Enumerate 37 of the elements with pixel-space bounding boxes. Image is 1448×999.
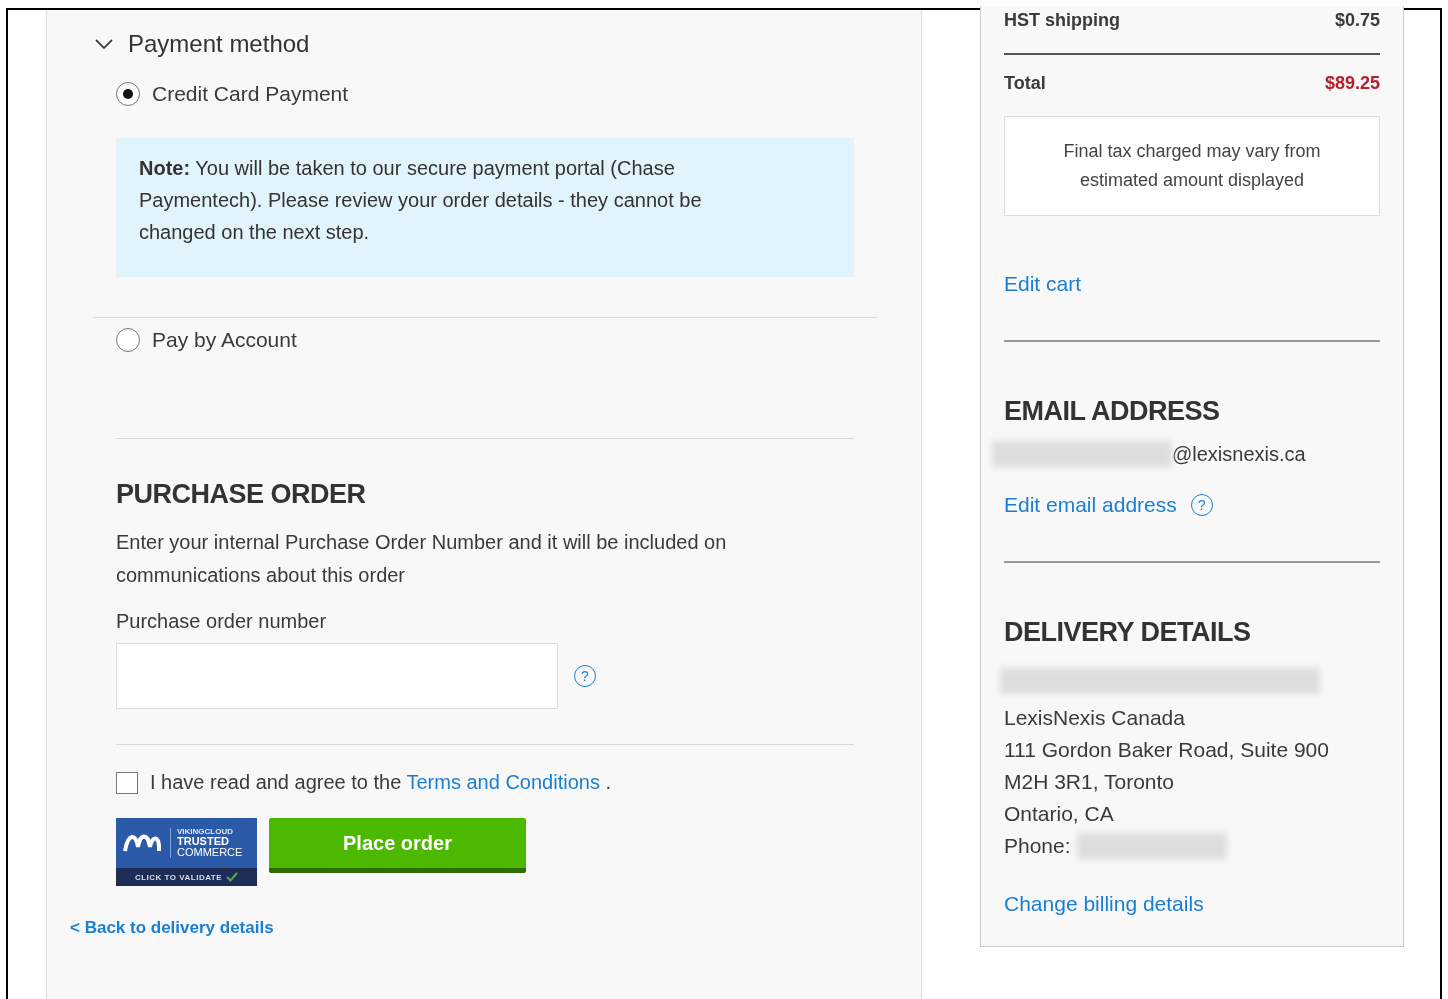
change-billing-link[interactable]: Change billing details [1004, 892, 1204, 916]
badge-text: CLICK TO VALIDATE [134, 872, 223, 882]
radio-button[interactable] [116, 328, 140, 352]
field-label: Purchase order number [116, 610, 328, 633]
place-order-button[interactable]: Place order [269, 818, 526, 873]
badge-text: TRUSTED [177, 836, 230, 847]
address-line: LexisNexis Canada [1004, 705, 1186, 731]
edit-email-link[interactable]: Edit email address [1004, 493, 1177, 517]
section-heading: PURCHASE ORDER [116, 479, 367, 510]
input-field[interactable] [116, 643, 558, 709]
radio-label[interactable]: Pay by Account [152, 328, 297, 352]
address-line: 111 Gordon Baker Road, Suite 900 [1004, 737, 1330, 763]
tax-note-text: Final tax charged may vary from estimated amount displayed [1062, 140, 1322, 192]
address-line: M2H 3R1, Toronto [1004, 769, 1176, 795]
summary-value: $89.25 [1324, 73, 1380, 94]
radio-label[interactable]: Credit Card Payment [152, 82, 349, 106]
section-heading: DELIVERY DETAILS [1004, 617, 1252, 648]
note-text: Note: You will be taken to our secure payment portal (Chase Paymentech). Please review your order details - they cannot be changed on the next step. [139, 156, 703, 245]
check-icon [226, 872, 239, 882]
terms-link[interactable]: Terms and Conditions [406, 771, 600, 793]
phone-label: Phone: [1004, 833, 1071, 859]
section-heading[interactable]: Payment method [128, 30, 310, 58]
summary-label: Total [1004, 73, 1046, 94]
checkbox[interactable] [116, 771, 138, 794]
trust-badge[interactable]: VIKINGCLOUD TRUSTED COMMERCE CLICK TO VALIDATE [116, 818, 257, 886]
address-line: Ontario, CA [1004, 801, 1115, 827]
summary-value: $0.75 [1334, 10, 1380, 31]
terms-text: I have read and agree to the Terms and Conditions . [150, 771, 612, 794]
summary-label: HST shipping [1004, 10, 1120, 31]
radio-button[interactable] [116, 82, 140, 106]
section-heading: EMAIL ADDRESS [1004, 396, 1221, 427]
back-link[interactable]: < Back to delivery details [70, 918, 274, 938]
badge-text: VIKINGCLOUD [177, 828, 234, 836]
email-text: @lexisnexis.ca [1172, 442, 1306, 466]
description-text: Enter your internal Purchase Order Number and it will be included on communications about this order [116, 530, 728, 588]
badge-text: COMMERCE [177, 847, 243, 858]
edit-cart-link[interactable]: Edit cart [1004, 272, 1082, 296]
